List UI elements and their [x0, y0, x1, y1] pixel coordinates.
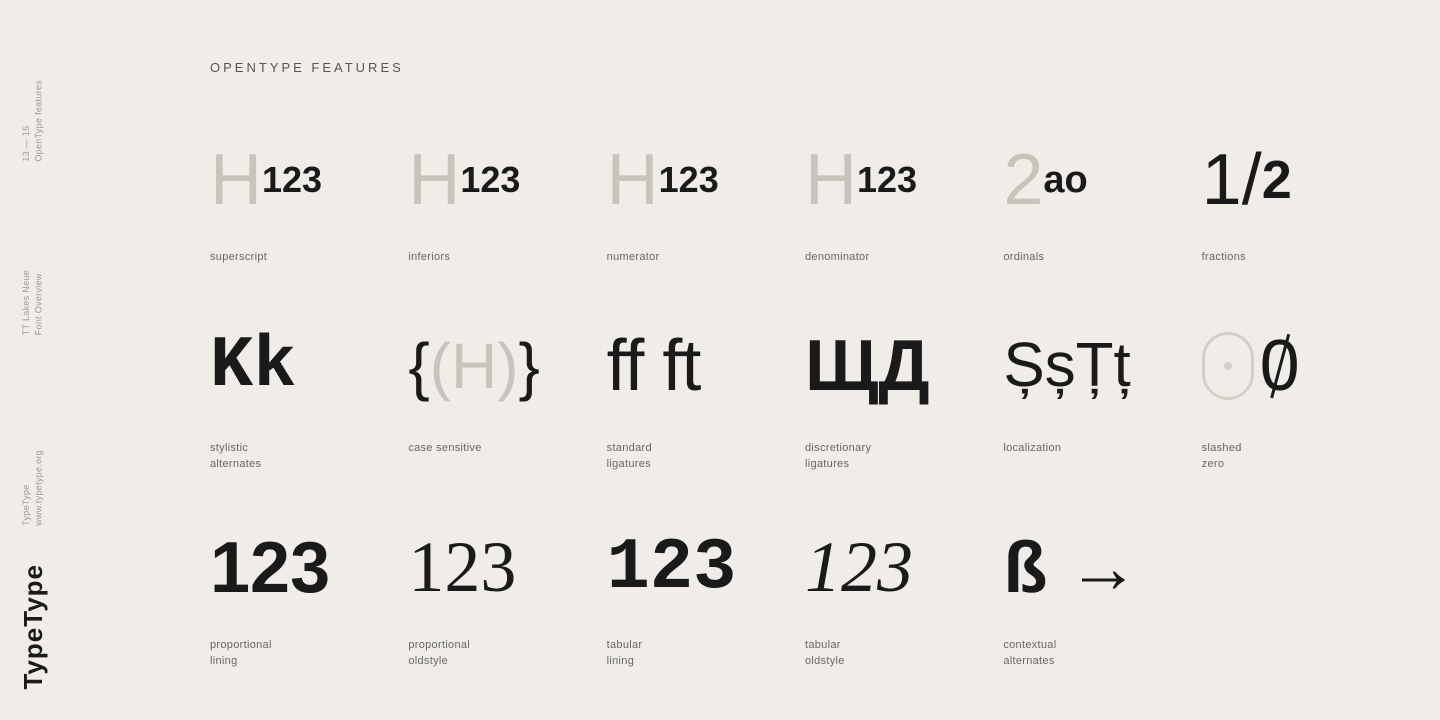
cell-proportionaloldstyle: 123 proportional oldstyle	[408, 513, 606, 710]
sidebar-website: TypeType www.typetype.org	[20, 450, 45, 526]
cell-contextual: ß → contextual alternates	[1003, 513, 1201, 710]
glyph-stylistic: Kk	[210, 306, 388, 426]
row2-grid: Kk stylistic alternates {(H)} case sensi…	[210, 306, 1400, 513]
label-contextual: contextual alternates	[1003, 637, 1056, 670]
sidebar-meta-top: 13 — 15 OpenType features	[20, 80, 45, 162]
label-proportionallining: proportional lining	[210, 637, 272, 670]
slashed-zero-pair: 0	[1202, 325, 1300, 407]
glyph-denominator: H123	[805, 125, 983, 235]
sidebar-meta-mid: TT Lakes Neue Font Overview	[20, 270, 45, 335]
cell-slashedzero: 0 slashed zero	[1202, 306, 1400, 513]
glyph-inferiors: H123	[408, 125, 586, 235]
label-numerator: numerator	[607, 249, 660, 266]
glyph-ordinals: 2ao	[1003, 125, 1181, 235]
glyph-superscript: H123	[210, 125, 388, 235]
glyph-standard: ff ft	[607, 306, 785, 426]
label-tabularoldstyle: tabular oldstyle	[805, 637, 845, 670]
cell-fractions: 1/2 fractions	[1202, 125, 1400, 306]
label-discretionary: discretionary ligatures	[805, 440, 871, 473]
cell-numerator: H123 numerator	[607, 125, 805, 306]
cell-denominator: H123 denominator	[805, 125, 1003, 306]
glyph-tabularoldstyle: 123	[805, 513, 983, 623]
label-proportionaloldstyle: proportional oldstyle	[408, 637, 470, 670]
glyph-contextual: ß →	[1003, 513, 1181, 623]
cell-discretionary: ЩД discretionary ligatures	[805, 306, 1003, 513]
label-inferiors: inferiors	[408, 249, 450, 266]
cell-inferiors: H123 inferiors	[408, 125, 606, 306]
row1-grid: H123 superscript H123 inferiors H123 num…	[210, 125, 1400, 306]
label-casesensitive: case sensitive	[408, 440, 481, 457]
label-superscript: superscript	[210, 249, 267, 266]
cell-tabularoldstyle: 123 tabular oldstyle	[805, 513, 1003, 710]
glyph-localization: ȘșȚț	[1003, 306, 1181, 426]
glyph-slashedzero: 0	[1202, 306, 1380, 426]
label-tabularlining: tabular lining	[607, 637, 643, 670]
main-content: OPENTYPE FEATURES H123 superscript H123 …	[160, 0, 1440, 720]
label-denominator: denominator	[805, 249, 869, 266]
cell-proportionallining: 123 proportional lining	[210, 513, 408, 710]
page-title: OPENTYPE FEATURES	[210, 60, 1400, 75]
glyph-proportionaloldstyle: 123	[408, 513, 586, 623]
glyph-numerator: H123	[607, 125, 785, 235]
sidebar: 13 — 15 OpenType features TT Lakes Neue …	[0, 0, 90, 720]
label-fractions: fractions	[1202, 249, 1246, 266]
label-slashedzero: slashed zero	[1202, 440, 1242, 473]
sidebar-font-name: TT Lakes Neue Font Overview	[20, 270, 45, 335]
row3-grid: 123 proportional lining 123 proportional…	[210, 513, 1400, 710]
glyph-discretionary: ЩД	[805, 306, 983, 426]
cell-superscript: H123 superscript	[210, 125, 408, 306]
glyph-fractions: 1/2	[1202, 125, 1380, 235]
sidebar-meta-bot: TypeType www.typetype.org	[20, 450, 45, 526]
label-standard: standard ligatures	[607, 440, 652, 473]
zero-dot	[1224, 362, 1232, 370]
cell-localization: ȘșȚț localization	[1003, 306, 1201, 513]
cell-standard: ff ft standard ligatures	[607, 306, 805, 513]
cell-stylistic: Kk stylistic alternates	[210, 306, 408, 513]
sidebar-page-info: 13 — 15 OpenType features	[20, 80, 45, 162]
cell-tabularlining: 123 tabular lining	[607, 513, 805, 710]
label-stylistic: stylistic alternates	[210, 440, 261, 473]
cell-casesensitive: {(H)} case sensitive	[408, 306, 606, 513]
cell-empty	[1202, 513, 1400, 710]
cell-ordinals: 2ao ordinals	[1003, 125, 1201, 306]
glyph-casesensitive: {(H)}	[408, 306, 586, 426]
glyph-tabularlining: 123	[607, 513, 785, 623]
label-ordinals: ordinals	[1003, 249, 1044, 266]
glyph-proportionallining: 123	[210, 513, 388, 623]
sidebar-brand: TypeType	[18, 564, 49, 690]
label-localization: localization	[1003, 440, 1061, 457]
zero-light-shape	[1202, 332, 1254, 400]
